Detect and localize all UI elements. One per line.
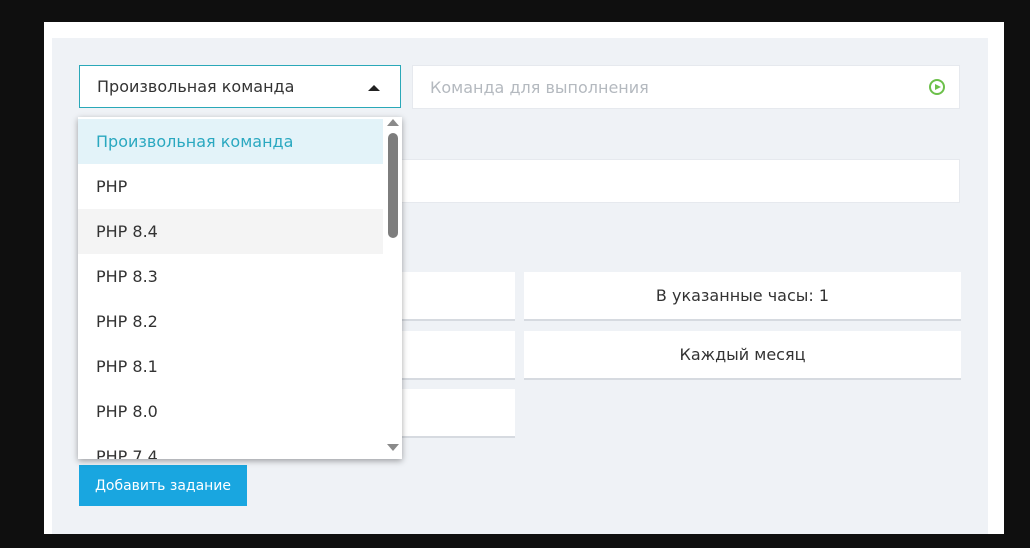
scroll-down-arrow-icon[interactable] — [387, 444, 399, 451]
schedule-option-hidden-2[interactable] — [400, 331, 515, 380]
dropdown-option-label: PHP — [96, 177, 128, 196]
command-type-dropdown: Произвольная команда PHP PHP 8.4 PHP 8.3… — [78, 117, 402, 459]
dropdown-option[interactable]: PHP 8.2 — [78, 299, 383, 344]
add-task-button[interactable]: Добавить задание — [79, 465, 247, 506]
play-circle-icon[interactable] — [929, 79, 945, 95]
dropdown-option-label: PHP 8.2 — [96, 312, 158, 331]
dropdown-option-label: PHP 8.3 — [96, 267, 158, 286]
dropdown-option-label: PHP 8.4 — [96, 222, 158, 241]
dropdown-option-label: PHP 8.1 — [96, 357, 158, 376]
schedule-hours-button[interactable]: В указанные часы: 1 — [524, 272, 961, 321]
dropdown-option-label: PHP 8.0 — [96, 402, 158, 421]
scroll-up-arrow-icon[interactable] — [387, 119, 399, 126]
dropdown-option[interactable]: PHP 8.4 — [78, 209, 383, 254]
schedule-hours-label: В указанные часы: 1 — [655, 286, 830, 305]
dropdown-scrollbar[interactable] — [383, 117, 402, 459]
command-type-selected-label: Произвольная команда — [97, 77, 295, 96]
dropdown-option-label: PHP 7.4 — [96, 447, 158, 459]
scrollbar-thumb[interactable] — [388, 133, 398, 238]
schedule-monthly-button[interactable]: Каждый месяц — [524, 331, 961, 380]
dropdown-option-label: Произвольная команда — [96, 132, 294, 151]
caret-up-icon — [368, 85, 380, 91]
dropdown-option[interactable]: PHP — [78, 164, 383, 209]
schedule-monthly-label: Каждый месяц — [679, 345, 806, 364]
command-input[interactable]: Команда для выполнения — [412, 65, 960, 109]
command-input-placeholder: Команда для выполнения — [430, 77, 649, 97]
dropdown-option[interactable]: PHP 8.1 — [78, 344, 383, 389]
command-type-select[interactable]: Произвольная команда — [79, 65, 401, 108]
dropdown-option[interactable]: Произвольная команда — [78, 119, 383, 164]
dropdown-option[interactable]: PHP 8.0 — [78, 389, 383, 434]
dropdown-option[interactable]: PHP 8.3 — [78, 254, 383, 299]
schedule-option-hidden-1[interactable] — [400, 272, 515, 321]
add-task-label: Добавить задание — [94, 477, 232, 494]
dropdown-option[interactable]: PHP 7.4 — [78, 434, 383, 459]
schedule-option-hidden-3[interactable] — [400, 389, 515, 438]
